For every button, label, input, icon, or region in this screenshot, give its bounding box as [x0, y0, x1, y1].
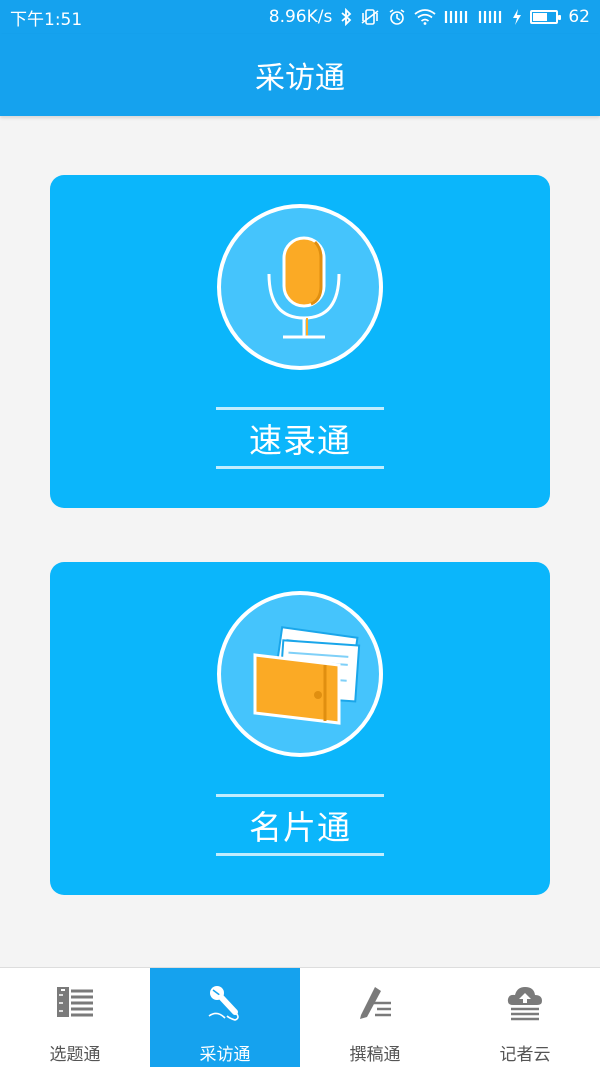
battery-indicator: 62	[530, 7, 590, 27]
wifi-icon	[414, 9, 436, 25]
tab-interview[interactable]: 采访通	[150, 968, 300, 1067]
microphone-icon	[217, 204, 383, 370]
tab-label: 采访通	[199, 1045, 251, 1065]
alarm-icon	[388, 8, 406, 26]
card-label: 名片通	[249, 808, 351, 847]
tab-label: 撰稿通	[349, 1045, 401, 1065]
signal-icon	[444, 9, 470, 25]
tab-topics[interactable]: 选题通	[0, 968, 150, 1067]
battery-percent: 62	[568, 7, 590, 27]
status-time: 下午1:51	[10, 9, 83, 30]
tab-label: 记者云	[499, 1045, 551, 1065]
battery-fill	[533, 13, 547, 21]
topic-list-icon	[52, 980, 98, 1024]
status-bar: 下午1:51 8.96K/s 62	[0, 0, 600, 34]
page-title: 采访通	[255, 61, 345, 96]
tab-writing[interactable]: 撰稿通	[300, 968, 450, 1067]
card-label-frame: 名片通	[216, 794, 384, 856]
business-card-icon	[217, 591, 383, 757]
bottom-tab-bar: 选题通 采访通 撰稿通 记者云	[0, 967, 600, 1067]
card-label-frame: 速录通	[216, 407, 384, 469]
network-speed: 8.96K/s	[268, 7, 333, 27]
tab-label: 选题通	[49, 1045, 101, 1065]
status-icons: 8.96K/s 62	[269, 7, 590, 27]
cloud-upload-icon	[502, 980, 548, 1024]
app-header: 采访通	[0, 34, 600, 116]
bluetooth-icon	[340, 8, 352, 26]
quick-record-card[interactable]: 速录通	[50, 175, 550, 508]
battery-icon	[530, 10, 562, 24]
microphone-icon	[202, 980, 248, 1024]
vibrate-icon	[360, 8, 380, 26]
charging-icon	[512, 9, 522, 25]
card-label: 速录通	[249, 421, 351, 460]
signal-icon	[478, 9, 504, 25]
pen-write-icon	[352, 980, 398, 1024]
business-card-card[interactable]: 名片通	[50, 562, 550, 895]
tab-cloud[interactable]: 记者云	[450, 968, 600, 1067]
